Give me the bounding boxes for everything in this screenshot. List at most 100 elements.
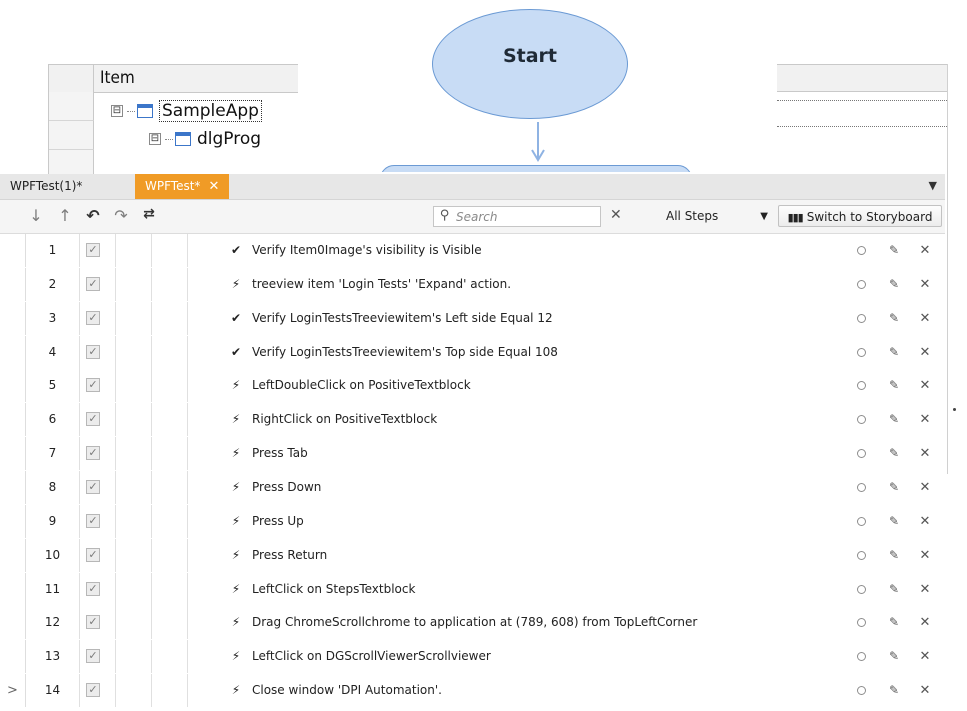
- screenshot-icon[interactable]: [854, 640, 868, 673]
- delete-icon[interactable]: ✕: [918, 302, 932, 335]
- delete-icon[interactable]: ✕: [918, 640, 932, 673]
- tree-node-label[interactable]: SampleApp: [159, 100, 262, 122]
- delete-icon[interactable]: ✕: [918, 505, 932, 538]
- delete-icon[interactable]: ✕: [918, 539, 932, 572]
- tree-node-sampleapp[interactable]: ⊟ SampleApp: [111, 100, 262, 122]
- search-input[interactable]: [454, 208, 598, 226]
- screenshot-icon[interactable]: [854, 606, 868, 639]
- edit-icon[interactable]: ✎: [887, 573, 901, 606]
- step-row[interactable]: 11 ✓ ⚡ LeftClick on StepsTextblock ✎ ✕: [0, 572, 945, 606]
- step-description[interactable]: LeftDoubleClick on PositiveTextblock: [252, 369, 471, 402]
- screenshot-icon[interactable]: [854, 437, 868, 470]
- step-description[interactable]: Drag ChromeScrollchrome to application a…: [252, 606, 697, 639]
- tab-menu-icon[interactable]: ▼: [929, 179, 937, 192]
- step-row[interactable]: 2 ✓ ⚡ treeview item 'Login Tests' 'Expand' …: [0, 267, 945, 301]
- step-row[interactable]: 7 ✓ ⚡ Press Tab ✎ ✕: [0, 437, 945, 471]
- edit-icon[interactable]: ✎: [887, 234, 901, 267]
- delete-icon[interactable]: ✕: [918, 674, 932, 707]
- screenshot-icon[interactable]: [854, 573, 868, 606]
- tab-wpftest-1[interactable]: WPFTest(1)*: [0, 174, 92, 199]
- steps-filter-dropdown[interactable]: All Steps ▼: [658, 206, 768, 227]
- step-enabled-checkbox[interactable]: ✓: [86, 547, 100, 562]
- move-down-icon[interactable]: ↓: [27, 206, 45, 225]
- undo-icon[interactable]: ↶: [84, 206, 102, 225]
- screenshot-icon[interactable]: [854, 369, 868, 402]
- close-tab-icon[interactable]: ✕: [208, 179, 219, 194]
- delete-icon[interactable]: ✕: [918, 369, 932, 402]
- screenshot-icon[interactable]: [854, 505, 868, 538]
- delete-icon[interactable]: ✕: [918, 573, 932, 606]
- step-description[interactable]: treeview item 'Login Tests' 'Expand' act…: [252, 268, 511, 301]
- screenshot-icon[interactable]: [854, 234, 868, 267]
- step-description[interactable]: Press Return: [252, 539, 327, 572]
- delete-icon[interactable]: ✕: [918, 606, 932, 639]
- step-row[interactable]: 13 ✓ ⚡ LeftClick on DGScrollViewerScrollvie…: [0, 640, 945, 674]
- step-enabled-checkbox[interactable]: ✓: [86, 479, 100, 494]
- step-description[interactable]: Verify LoginTestsTreeviewitem's Top side…: [252, 336, 558, 369]
- switch-to-storyboard-button[interactable]: ▮▮▮ Switch to Storyboard: [778, 205, 942, 227]
- step-enabled-checkbox[interactable]: ✓: [86, 683, 100, 698]
- step-description[interactable]: Verify LoginTestsTreeviewitem's Left sid…: [252, 302, 553, 335]
- delete-icon[interactable]: ✕: [918, 268, 932, 301]
- start-node[interactable]: Start: [432, 9, 628, 119]
- step-row[interactable]: 3 ✓ ✔ Verify LoginTestsTreeviewitem's Left …: [0, 301, 945, 335]
- step-enabled-checkbox[interactable]: ✓: [86, 310, 100, 325]
- step-description[interactable]: Press Down: [252, 471, 321, 504]
- step-enabled-checkbox[interactable]: ✓: [86, 581, 100, 596]
- step-enabled-checkbox[interactable]: ✓: [86, 412, 100, 427]
- step-row[interactable]: 12 ✓ ⚡ Drag ChromeScrollchrome to applicati…: [0, 606, 945, 640]
- step-row[interactable]: 5 ✓ ⚡ LeftDoubleClick on PositiveTextblock ✎…: [0, 369, 945, 403]
- search-box[interactable]: ⚲: [433, 206, 601, 227]
- tab-wpftest[interactable]: WPFTest* ✕: [135, 174, 230, 199]
- delete-icon[interactable]: ✕: [918, 437, 932, 470]
- delete-icon[interactable]: ✕: [918, 471, 932, 504]
- edit-icon[interactable]: ✎: [887, 437, 901, 470]
- step-row[interactable]: 4 ✓ ✔ Verify LoginTestsTreeviewitem's Top s…: [0, 335, 945, 369]
- screenshot-icon[interactable]: [854, 336, 868, 369]
- step-enabled-checkbox[interactable]: ✓: [86, 513, 100, 528]
- screenshot-icon[interactable]: [854, 539, 868, 572]
- item-column-header[interactable]: Item: [93, 65, 135, 92]
- step-description[interactable]: Press Up: [252, 505, 304, 538]
- step-description[interactable]: RightClick on PositiveTextblock: [252, 403, 437, 436]
- edit-icon[interactable]: ✎: [887, 640, 901, 673]
- edit-icon[interactable]: ✎: [887, 336, 901, 369]
- edit-icon[interactable]: ✎: [887, 606, 901, 639]
- move-up-icon[interactable]: ↑: [56, 206, 74, 225]
- step-description[interactable]: Close window 'DPI Automation'.: [252, 674, 442, 707]
- step-enabled-checkbox[interactable]: ✓: [86, 446, 100, 461]
- step-enabled-checkbox[interactable]: ✓: [86, 276, 100, 291]
- next-flow-node[interactable]: [380, 165, 692, 172]
- redo-icon[interactable]: ↷: [112, 206, 130, 225]
- tree-node-dlgprog[interactable]: ⊟ dlgProg: [149, 129, 261, 149]
- step-enabled-checkbox[interactable]: ✓: [86, 615, 100, 630]
- screenshot-icon[interactable]: [854, 403, 868, 436]
- step-row[interactable]: 8 ✓ ⚡ Press Down ✎ ✕: [0, 470, 945, 504]
- step-row[interactable]: 9 ✓ ⚡ Press Up ✎ ✕: [0, 504, 945, 538]
- screenshot-icon[interactable]: [854, 471, 868, 504]
- edit-icon[interactable]: ✎: [887, 505, 901, 538]
- edit-icon[interactable]: ✎: [887, 369, 901, 402]
- step-row[interactable]: 10 ✓ ⚡ Press Return ✎ ✕: [0, 538, 945, 572]
- collapse-icon[interactable]: ⊟: [111, 105, 123, 117]
- delete-icon[interactable]: ✕: [918, 403, 932, 436]
- step-row[interactable]: 6 ✓ ⚡ RightClick on PositiveTextblock ✎ ✕: [0, 403, 945, 437]
- edit-icon[interactable]: ✎: [887, 302, 901, 335]
- step-description[interactable]: LeftClick on StepsTextblock: [252, 573, 415, 606]
- screenshot-icon[interactable]: [854, 302, 868, 335]
- clear-search-icon[interactable]: ✕: [610, 207, 622, 223]
- step-enabled-checkbox[interactable]: ✓: [86, 243, 100, 257]
- edit-icon[interactable]: ✎: [887, 674, 901, 707]
- edit-icon[interactable]: ✎: [887, 403, 901, 436]
- edit-icon[interactable]: ✎: [887, 268, 901, 301]
- record-icon[interactable]: ⇄: [140, 206, 158, 222]
- step-row[interactable]: >14 ✓ ⚡ Close window 'DPI Automation'. ✎ ✕: [0, 674, 945, 708]
- screenshot-icon[interactable]: [854, 268, 868, 301]
- step-description[interactable]: Press Tab: [252, 437, 308, 470]
- collapse-icon[interactable]: ⊟: [149, 133, 161, 145]
- step-enabled-checkbox[interactable]: ✓: [86, 344, 100, 359]
- step-description[interactable]: Verify Item0Image's visibility is Visibl…: [252, 234, 482, 267]
- step-enabled-checkbox[interactable]: ✓: [86, 649, 100, 664]
- delete-icon[interactable]: ✕: [918, 336, 932, 369]
- step-description[interactable]: LeftClick on DGScrollViewerScrollviewer: [252, 640, 491, 673]
